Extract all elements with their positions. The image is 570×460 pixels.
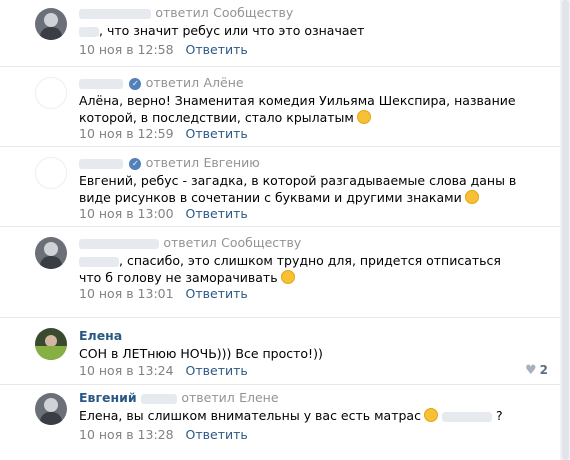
comment-text-body: Евгений, ребус - загадка, в которой разг…: [79, 173, 517, 205]
smile-emoji-icon: [423, 408, 438, 422]
comment-text-body: СОН в ЛЕТнюю НОЧЬ))) Все просто!)): [79, 346, 323, 361]
comment-text: , спасибо, это слишком трудно для, приде…: [79, 252, 519, 286]
comment-text: , что значит ребус или что это означает: [79, 22, 519, 39]
avatar[interactable]: [35, 328, 67, 360]
comment-date[interactable]: 10 ноя в 13:00: [79, 206, 174, 221]
comment-author[interactable]: Елена: [79, 328, 122, 343]
verified-check-icon: ✓: [129, 157, 142, 170]
comment-item: Елена СОН в ЛЕТнюю НОЧЬ))) Все просто!))…: [0, 318, 560, 385]
hidden-author-name: [79, 158, 123, 169]
replied-label: ответил: [163, 235, 217, 250]
comment-text-body: Елена, вы слишком внимательны у вас есть…: [79, 408, 421, 423]
reply-button[interactable]: Ответить: [186, 206, 248, 221]
comment-text: Елена, вы слишком внимательны у вас есть…: [79, 407, 519, 424]
scrollbar[interactable]: [560, 0, 570, 460]
comment-meta: 10 ноя в 13:01 Ответить: [79, 286, 248, 301]
reply-button[interactable]: Ответить: [186, 42, 248, 57]
comment-item: ✓ ответил Алёне Алёна, верно! Знаменитая…: [0, 67, 560, 147]
comment-date[interactable]: 10 ноя в 12:59: [79, 126, 174, 141]
reply-target-link[interactable]: Сообществу: [221, 235, 301, 250]
smile-emoji-icon: [464, 190, 479, 204]
comment-item: ответил Сообществу , спасибо, это слишко…: [0, 227, 560, 318]
reply-target-link[interactable]: Елене: [239, 390, 278, 405]
comment-text: СОН в ЛЕТнюю НОЧЬ))) Все просто!)): [79, 345, 519, 362]
comment-text: Евгений, ребус - загадка, в которой разг…: [79, 172, 519, 206]
avatar[interactable]: [35, 237, 67, 269]
comment-date[interactable]: 10 ноя в 13:28: [79, 427, 174, 442]
comment-date[interactable]: 10 ноя в 13:24: [79, 363, 174, 378]
hidden-author-name: [79, 8, 151, 19]
comment-meta: 10 ноя в 13:00 Ответить: [79, 206, 248, 221]
hidden-mention: [79, 256, 119, 267]
replied-label: ответил: [155, 5, 209, 20]
reply-target-link[interactable]: Евгению: [203, 155, 259, 170]
hidden-author-name: [79, 78, 123, 89]
scrollbar-thumb[interactable]: [562, 0, 569, 460]
reply-button[interactable]: Ответить: [186, 427, 248, 442]
reply-button[interactable]: Ответить: [186, 363, 248, 378]
replied-label: ответил: [145, 155, 200, 170]
reply-button[interactable]: Ответить: [186, 126, 248, 141]
comment-author[interactable]: Евгений ответил Елене: [79, 390, 279, 405]
comment-meta: 10 ноя в 12:58 Ответить: [79, 42, 248, 57]
verified-check-icon: ✓: [129, 77, 142, 90]
reply-target-link[interactable]: Сообществу: [213, 5, 293, 20]
comment-meta: 10 ноя в 13:28 Ответить: [79, 427, 248, 442]
avatar[interactable]: [35, 77, 67, 109]
comments-list: ответил Сообществу , что значит ребус ил…: [0, 0, 560, 460]
comment-item: Евгений ответил Елене Елена, вы слишком …: [0, 385, 560, 460]
smile-emoji-icon: [280, 270, 295, 284]
comment-author[interactable]: ✓ ответил Евгению: [79, 155, 260, 170]
avatar[interactable]: [35, 157, 67, 189]
hidden-mention: [79, 26, 99, 37]
comment-date[interactable]: 10 ноя в 13:01: [79, 286, 174, 301]
comment-author[interactable]: ✓ ответил Алёне: [79, 75, 244, 90]
comment-author[interactable]: ответил Сообществу: [79, 5, 293, 20]
comment-item: ответил Сообществу , что значит ребус ил…: [0, 0, 560, 67]
author-name: Евгений: [79, 390, 137, 405]
hidden-text: [441, 411, 492, 422]
comment-text: Алёна, верно! Знаменитая комедия Уильяма…: [79, 92, 519, 126]
like-count: 2: [539, 363, 548, 377]
hidden-author-name: [140, 393, 177, 404]
avatar[interactable]: [35, 8, 67, 40]
comment-author[interactable]: ответил Сообществу: [79, 235, 301, 250]
comment-text-body: , что значит ребус или что это означает: [99, 23, 365, 38]
smile-emoji-icon: [356, 110, 371, 124]
reply-target-link[interactable]: Алёне: [203, 75, 243, 90]
replied-label: ответил: [145, 75, 200, 90]
heart-icon: ♥: [524, 363, 537, 378]
hidden-author-name: [79, 238, 159, 249]
comment-meta: 10 ноя в 12:59 Ответить: [79, 126, 248, 141]
comment-text-body: Алёна, верно! Знаменитая комедия Уильяма…: [79, 93, 516, 125]
comment-date[interactable]: 10 ноя в 12:58: [79, 42, 174, 57]
comment-text-end: ?: [495, 408, 503, 423]
like-button[interactable]: ♥ 2: [525, 363, 548, 378]
comment-meta: 10 ноя в 13:24 Ответить: [79, 363, 248, 378]
comment-item: ✓ ответил Евгению Евгений, ребус - загад…: [0, 147, 560, 227]
reply-button[interactable]: Ответить: [186, 286, 248, 301]
replied-label: ответил: [181, 390, 235, 405]
avatar[interactable]: [35, 393, 67, 425]
